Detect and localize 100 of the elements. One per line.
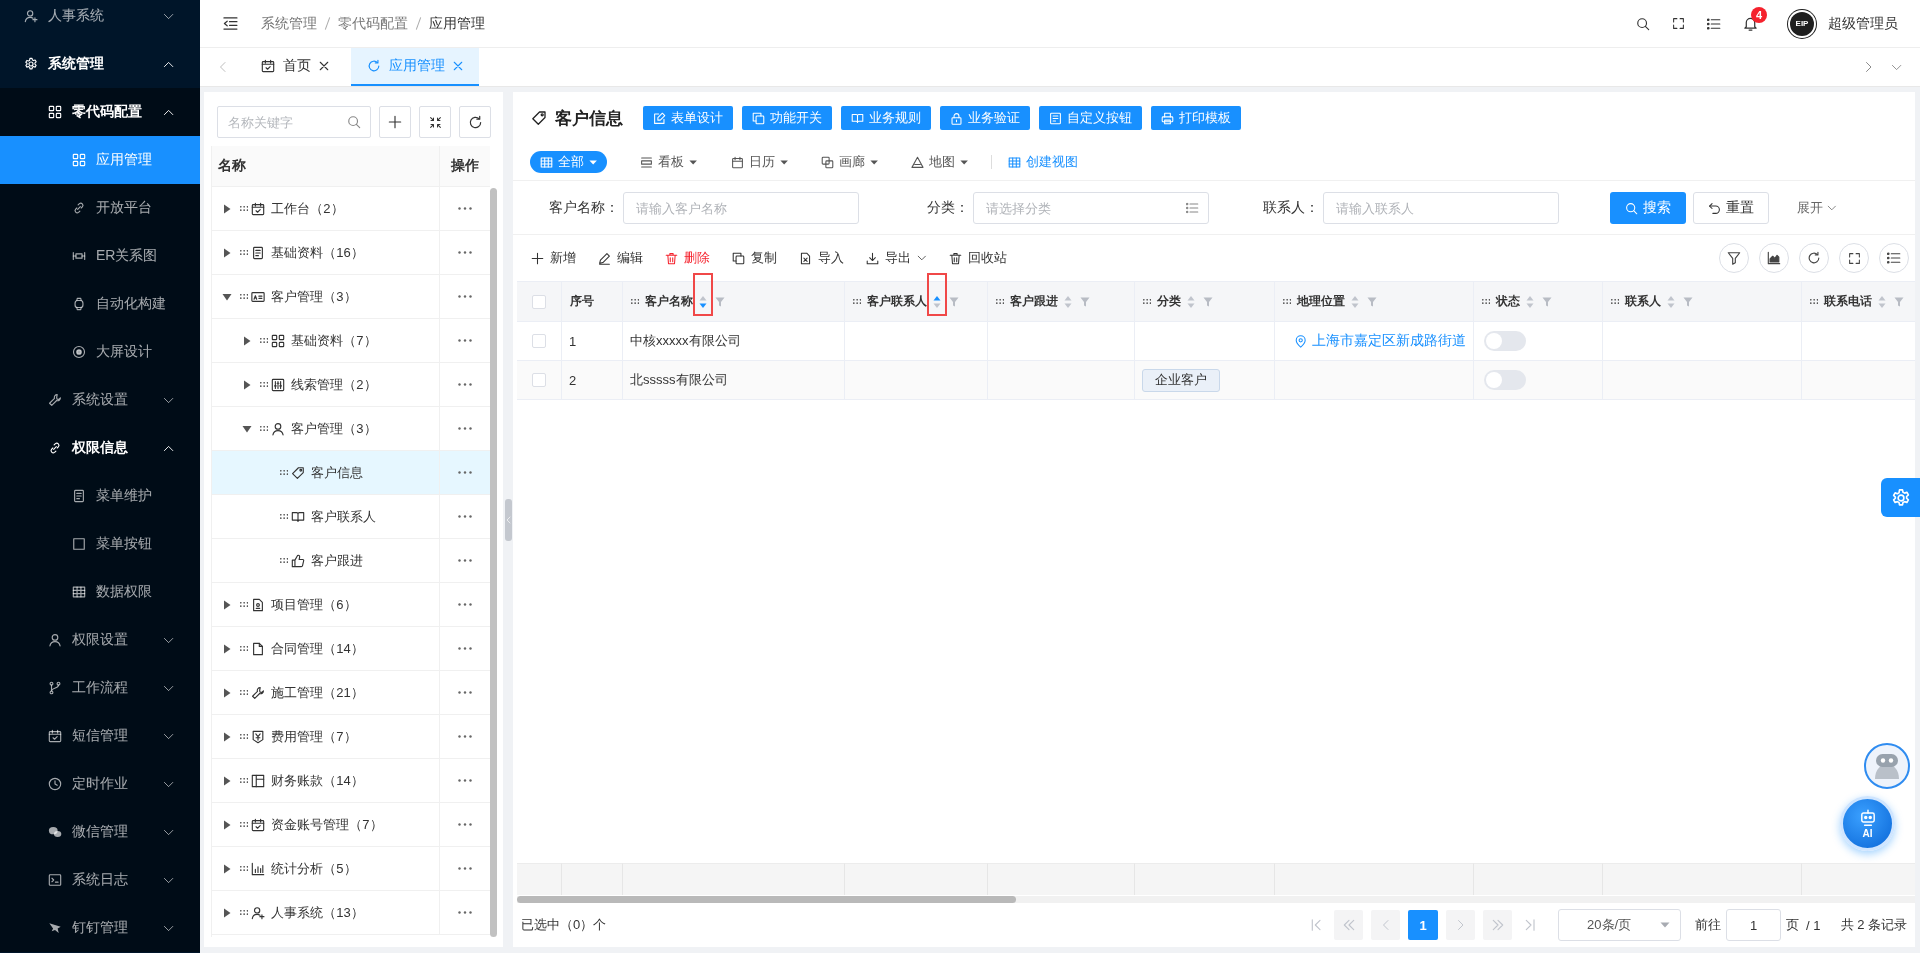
menu-item[interactable]: ER关系图 [0,232,200,280]
caret-down-icon[interactable] [222,292,232,301]
drag-handle-icon[interactable] [1810,299,1819,304]
caret-right-icon[interactable] [243,335,251,346]
submenu-title[interactable]: 系统管理 [0,40,200,88]
breadcrumb-link[interactable]: 零代码配置 [337,14,408,33]
tree-row[interactable]: 项目管理（6） [212,583,490,627]
menu-item[interactable]: 大屏设计 [0,328,200,376]
refresh-button[interactable] [459,106,491,138]
drag-handle-icon[interactable] [1283,299,1292,304]
drag-handle-icon[interactable] [1611,299,1620,304]
drag-handle-icon[interactable] [240,778,249,783]
drag-handle-icon[interactable] [853,299,862,304]
tree-row[interactable]: 统计分析（5） [212,847,490,891]
tree-row[interactable]: 工作台（2） [212,187,490,231]
collapse-button[interactable] [419,106,451,138]
drag-handle-icon[interactable] [240,294,249,299]
view-tab[interactable]: 看板 [640,151,698,173]
tree-row[interactable]: 客户管理（3） [212,275,490,319]
view-tab[interactable]: 地图 [911,151,969,173]
caret-right-icon[interactable] [223,247,231,258]
more-icon[interactable] [458,559,472,562]
tree-row[interactable]: 客户跟进 [212,539,490,583]
scrollbar-thumb[interactable] [517,896,1016,903]
more-icon[interactable] [458,383,472,386]
close-icon[interactable] [319,61,329,71]
toolbar-button[interactable]: 导出 [866,249,927,267]
drag-handle-icon[interactable] [280,514,289,519]
more-icon[interactable] [458,339,472,342]
page-tab[interactable]: 首页 [245,48,345,86]
caret-right-icon[interactable] [223,731,231,742]
menu-item[interactable]: 开放平台 [0,184,200,232]
bell-icon[interactable] [1743,16,1758,31]
caret-right-icon[interactable] [223,687,231,698]
chevron-down-icon[interactable] [1890,63,1902,71]
caret-right-icon[interactable] [223,775,231,786]
drag-handle-icon[interactable] [240,910,249,915]
submenu-title[interactable]: 人事系统 [0,0,200,40]
more-icon[interactable] [458,207,472,210]
sort-icon[interactable] [933,294,942,309]
tree-row[interactable]: 财务账款（14） [212,759,490,803]
caret-right-icon[interactable] [223,907,231,918]
submenu-title[interactable]: 零代码配置 [0,88,200,136]
submenu-title[interactable]: 定时作业 [0,760,200,808]
more-icon[interactable] [458,515,472,518]
tree-row[interactable]: 客户联系人 [212,495,490,539]
tree-row[interactable]: 人事系统（13） [212,891,490,935]
chevron-right-icon[interactable] [1865,61,1873,73]
drag-handle-icon[interactable] [240,822,249,827]
drag-handle-icon[interactable] [280,470,289,475]
settings-button[interactable] [1881,478,1920,517]
more-icon[interactable] [458,471,472,474]
more-icon[interactable] [458,911,472,914]
caret-right-icon[interactable] [223,643,231,654]
tree-row[interactable]: 线索管理（2） [212,363,490,407]
toolbar-button[interactable]: 新增 [531,249,576,267]
more-icon[interactable] [458,779,472,782]
more-icon[interactable] [458,295,472,298]
scrollbar-thumb[interactable] [490,188,497,937]
submenu-title[interactable]: 系统设置 [0,376,200,424]
menu-item[interactable]: 自动化构建 [0,280,200,328]
status-switch[interactable] [1484,370,1526,390]
more-icon[interactable] [458,867,472,870]
search-icon[interactable] [1636,16,1651,31]
expand-link[interactable]: 展开 [1797,199,1837,217]
submenu-title[interactable]: 短信管理 [0,712,200,760]
tree-row[interactable]: 费用管理（7） [212,715,490,759]
fullscreen-button[interactable] [1839,243,1869,273]
menu-item[interactable]: 菜单按钮 [0,520,200,568]
splitter-handle[interactable] [504,498,512,541]
menu-item[interactable]: 菜单维护 [0,472,200,520]
toolbar-button[interactable]: 删除 [665,249,710,267]
tree-row[interactable]: 施工管理（21） [212,671,490,715]
drag-handle-icon[interactable] [260,382,269,387]
toolbar-button[interactable]: 回收站 [948,249,1007,267]
drag-handle-icon[interactable] [240,690,249,695]
tree-row[interactable]: 合同管理（14） [212,627,490,671]
list-icon[interactable] [1707,17,1721,30]
caret-right-icon[interactable] [243,379,251,390]
breadcrumb-link[interactable]: 系统管理 [260,14,317,33]
drag-handle-icon[interactable] [240,602,249,607]
more-icon[interactable] [458,603,472,606]
checkbox[interactable] [532,294,546,309]
tree-row[interactable]: 客户管理（3） [212,407,490,451]
caret-down-icon[interactable] [242,424,252,433]
refresh-button[interactable] [1799,243,1829,273]
drag-handle-icon[interactable] [1482,299,1491,304]
tree-row[interactable]: 客户信息 [212,451,490,495]
view-tab[interactable]: 日历 [730,151,788,173]
caret-right-icon[interactable] [223,819,231,830]
drag-handle-icon[interactable] [631,299,640,304]
view-tab[interactable]: 画廊 [820,151,879,173]
menu-item[interactable]: 数据权限 [0,568,200,616]
add-button[interactable] [379,106,411,138]
checkbox[interactable] [532,373,546,387]
search-field[interactable]: 名称关键字 [217,106,371,138]
drag-handle-icon[interactable] [240,206,249,211]
more-icon[interactable] [458,735,472,738]
submenu-title[interactable]: 微信管理 [0,808,200,856]
page-input[interactable]: 1 [1726,909,1782,941]
